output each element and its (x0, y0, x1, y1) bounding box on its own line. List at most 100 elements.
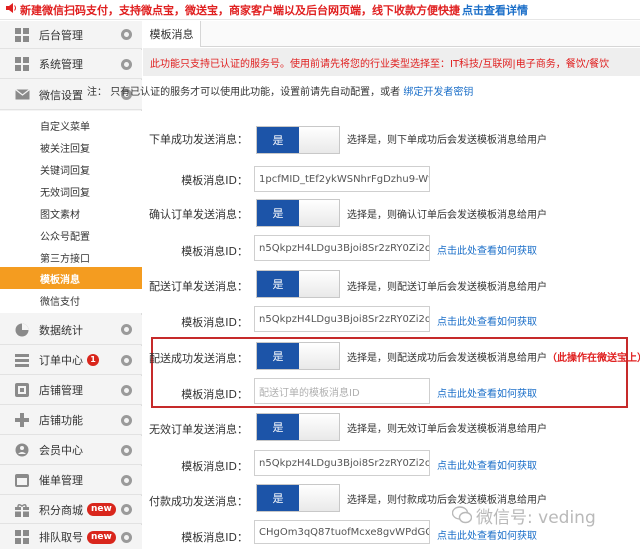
sidebar-item-label: 排队取号 (39, 531, 83, 544)
payment-success-label: 付款成功发送消息： (149, 495, 248, 508)
submenu-item-template-message[interactable]: 模板消息 (0, 267, 142, 289)
announcement-text: 新建微信扫码支付，支持微点宝，微送宝，商家客户端以及后台网页端，线下收款方便快捷 (20, 3, 460, 17)
delivery-success-desc: 选择是，则配送成功后会发送模板消息给用户（此操作在微送宝上） (347, 349, 640, 364)
announcement-details-link[interactable]: 点击查看详情 (462, 2, 528, 18)
sidebar-item-shop-functions[interactable]: 店铺功能 (0, 406, 142, 435)
expand-circle-icon (121, 29, 132, 40)
toggle-off-knob (299, 343, 339, 369)
expand-circle-icon (121, 58, 132, 70)
invalid-order-label: 无效订单发送消息： (149, 423, 248, 436)
user-icon (14, 442, 30, 458)
delivery-success-desc-note: （此操作在微送宝上） (547, 353, 640, 364)
dispatch-order-template-label: 模板消息ID： (181, 316, 248, 329)
dispatch-order-toggle[interactable]: 是 (256, 270, 340, 298)
order-count-badge: 1 (87, 354, 99, 366)
expand-circle-icon (121, 354, 132, 366)
submenu-item-wechat-pay[interactable]: 微信支付 (0, 289, 142, 311)
delivery-success-label: 配送成功发送消息： (149, 352, 248, 365)
delivery-success-template-label: 模板消息ID： (181, 388, 248, 401)
toggle-on-label: 是 (257, 200, 299, 226)
list-icon (14, 352, 30, 368)
submenu-item-invalid-reply[interactable]: 无效词回复 (0, 180, 142, 202)
sidebar-item-reminders[interactable]: 催单管理 (0, 466, 142, 495)
order-success-label: 下单成功发送消息： (149, 133, 248, 146)
confirm-order-template-input[interactable]: n5QkpzH4LDgu3Bjoi8Sr2zRY0Zi2o-fh (254, 235, 430, 261)
order-success-template-input[interactable]: 1pcfMID_tEf2ykWSNhrFgDzhu9-Wt9-6 (254, 166, 430, 192)
tab-template-message[interactable]: 模板消息 (143, 21, 201, 47)
invalid-order-template-label: 模板消息ID： (181, 460, 248, 473)
gift-icon (14, 502, 30, 518)
watermark-text: 微信号: veding (476, 508, 596, 528)
expand-circle-icon (121, 531, 132, 543)
order-success-toggle[interactable]: 是 (256, 126, 340, 154)
delivery-success-help-link[interactable]: 点击此处查看如何获取 (437, 385, 537, 400)
order-success-desc: 选择是，则下单成功后会发送模板消息给用户 (347, 135, 547, 146)
expand-circle-icon (121, 474, 132, 486)
payment-success-toggle[interactable]: 是 (256, 484, 340, 512)
submenu-item-keyword-reply[interactable]: 关键词回复 (0, 158, 142, 180)
submenu-item-follow-reply[interactable]: 被关注回复 (0, 136, 142, 158)
sidebar-item-statistics[interactable]: 数据统计 (0, 315, 142, 345)
toggle-on-label: 是 (257, 127, 299, 153)
sidebar-item-label: 订单中心 (39, 354, 83, 367)
industry-warning: 此功能只支持已认证的服务号。使用前请先将您的行业类型选择至：IT科技/互联网|电… (143, 48, 640, 76)
sidebar-item-system[interactable]: 系统管理 (0, 50, 142, 79)
grid-icon (14, 56, 30, 72)
toggle-on-label: 是 (257, 485, 299, 511)
dispatch-order-desc: 选择是，则配送订单后会发送模板消息给用户 (347, 282, 547, 293)
invalid-order-template-input[interactable]: n5QkpzH4LDgu3Bjoi8Sr2zRY0Zi2o-fh (254, 450, 430, 476)
payment-success-help-link[interactable]: 点击此处查看如何获取 (437, 527, 537, 542)
sidebar-item-label: 店铺功能 (39, 414, 83, 427)
expand-circle-icon (121, 414, 132, 426)
toggle-off-knob (299, 127, 339, 153)
submenu-item-account-config[interactable]: 公众号配置 (0, 224, 142, 246)
expand-circle-icon (121, 384, 132, 396)
sidebar-item-queue[interactable]: 排队取号 new (0, 525, 142, 549)
sidebar-item-orders[interactable]: 订单中心 1 (0, 346, 142, 375)
sidebar-item-backend[interactable]: 后台管理 (0, 21, 142, 49)
config-note: 注： 只有已认证的服务才可以使用此功能，设置前请先自动配置，或者 绑定开发者密钥 (87, 83, 473, 98)
submenu-item-third-party[interactable]: 第三方接口 (0, 246, 142, 268)
invalid-order-help-link[interactable]: 点击此处查看如何获取 (437, 457, 537, 472)
dispatch-order-help-link[interactable]: 点击此处查看如何获取 (437, 313, 537, 328)
note-prefix: 注： (87, 87, 107, 98)
bind-developer-key-link[interactable]: 绑定开发者密钥 (403, 87, 473, 98)
invalid-order-toggle[interactable]: 是 (256, 413, 340, 441)
submenu-item-media[interactable]: 图文素材 (0, 202, 142, 224)
payment-success-template-input[interactable]: CHgOm3qQ87tuofMcxe8gvWPdGCXK (254, 520, 430, 544)
new-badge: new (87, 503, 116, 516)
speaker-icon (6, 3, 17, 16)
sidebar-item-label: 店铺管理 (39, 384, 83, 397)
confirm-order-label: 确认订单发送消息： (149, 208, 248, 221)
delivery-success-desc-text: 选择是，则配送成功后会发送模板消息给用户 (347, 353, 547, 364)
confirm-order-template-label: 模板消息ID： (181, 245, 248, 258)
sidebar-item-points-mall[interactable]: 积分商城 new (0, 496, 142, 524)
sidebar-item-shop[interactable]: 店铺管理 (0, 376, 142, 405)
dispatch-order-template-input[interactable]: n5QkpzH4LDgu3Bjoi8Sr2zRY0Zi2o-fh (254, 306, 430, 332)
expand-circle-icon (121, 504, 132, 515)
sidebar-item-label: 积分商城 (39, 503, 83, 517)
delivery-success-toggle[interactable]: 是 (256, 342, 340, 370)
submenu-item-custom-menu[interactable]: 自定义菜单 (0, 114, 142, 136)
sidebar-item-members[interactable]: 会员中心 (0, 436, 142, 465)
toggle-off-knob (299, 485, 339, 511)
confirm-order-toggle[interactable]: 是 (256, 199, 340, 227)
sidebar: 后台管理 系统管理 微信设置 自定义菜单 被关注回复 关键词回复 无效词回复 图… (0, 21, 142, 549)
delivery-success-template-input[interactable]: 配送订单的模板消息ID (254, 378, 430, 404)
mail-icon (14, 87, 30, 103)
confirm-order-help-link[interactable]: 点击此处查看如何获取 (437, 242, 537, 257)
confirm-order-desc: 选择是，则确认订单后会发送模板消息给用户 (347, 210, 547, 221)
queue-icon (14, 529, 30, 545)
shop-icon (14, 382, 30, 398)
toggle-on-label: 是 (257, 343, 299, 369)
sidebar-item-label: 系统管理 (39, 58, 83, 71)
expand-circle-icon (121, 444, 132, 456)
grid-icon (14, 27, 30, 43)
sidebar-item-label: 会员中心 (39, 444, 83, 457)
dispatch-order-label: 配送订单发送消息： (149, 280, 248, 293)
wechat-icon (451, 505, 473, 526)
note-text: 只有已认证的服务才可以使用此功能，设置前请先自动配置，或者 (110, 87, 401, 98)
clock-icon (14, 472, 30, 488)
toggle-on-label: 是 (257, 414, 299, 440)
sidebar-item-label: 数据统计 (39, 323, 83, 337)
